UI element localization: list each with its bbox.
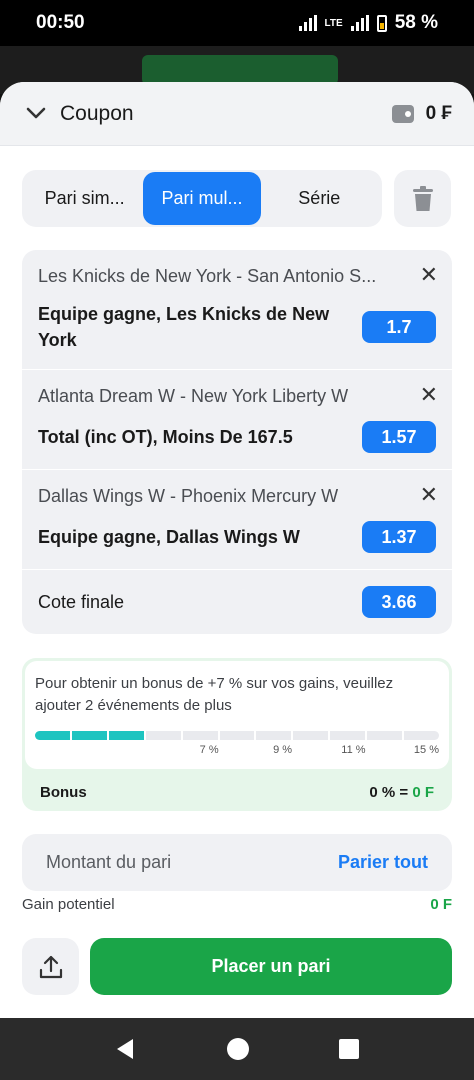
tab-multiple[interactable]: Pari mul... [143,172,261,225]
progress-mark: 7 % [199,744,219,756]
chevron-down-icon[interactable] [26,107,46,121]
battery-level: 58 % [394,12,438,33]
progress-segment [182,731,218,740]
progress-segment [367,731,403,740]
tab-series[interactable]: Série [261,172,378,225]
home-icon[interactable] [226,1037,250,1061]
progress-segment [293,731,329,740]
bet-list: Les Knicks de New York - San Antonio S..… [22,250,452,634]
progress-segment [256,731,292,740]
signal-icon [298,15,317,31]
coupon-title: Coupon [60,101,134,125]
balance: 0 ₣ [391,102,452,125]
coupon-sheet: Coupon 0 ₣ Pari sim... Pari mul... Série… [0,82,474,1018]
progress-segment [35,731,70,740]
balance-value: 0 ₣ [425,102,452,124]
progress-segment [330,731,366,740]
bet-selection: Equipe gagne, Dallas Wings W [38,527,300,547]
bonus-message: Pour obtenir un bonus de +7 % sur vos ga… [35,675,394,714]
bet-type-tabs: Pari sim... Pari mul... Série [22,170,382,227]
bet-item: Dallas Wings W - Phoenix Mercury W ✕ Equ… [22,470,452,570]
gain-value: 0 F [430,896,452,913]
progress-mark: 11 % [341,744,366,756]
stake-placeholder: Montant du pari [46,852,172,872]
progress-mark: 9 % [273,744,293,756]
battery-icon [376,14,387,32]
progress-segment [219,731,255,740]
bet-item: Atlanta Dream W - New York Liberty W ✕ T… [22,370,452,470]
network-type: LTE [324,17,343,29]
bonus-percent: 0 % = [369,784,409,801]
close-icon[interactable]: ✕ [420,384,438,406]
bet-item: Les Knicks de New York - San Antonio S..… [22,250,452,370]
bet-selection: Equipe gagne, Les Knicks de New York [38,304,330,350]
progress-segment [145,731,181,740]
final-odd-value: 3.66 [362,586,436,618]
bonus-summary: Bonus 0 % = 0 F [40,784,434,801]
clear-coupon-button[interactable] [394,170,451,227]
status-time: 00:50 [36,12,85,33]
background-button [142,55,338,85]
sheet-header: Coupon 0 ₣ [0,82,474,146]
bonus-amount: 0 F [412,784,434,801]
bet-match: Dallas Wings W - Phoenix Mercury W [38,486,339,506]
progress-segment [404,731,439,740]
trash-icon[interactable] [412,185,434,212]
recents-icon[interactable] [339,1039,360,1059]
progress-segment [108,731,144,740]
close-icon[interactable]: ✕ [420,484,438,506]
progress-mark: 15 % [413,744,439,756]
potential-gain: Gain potentiel 0 F [22,896,452,913]
bet-odd: 1.7 [362,311,436,343]
bet-match: Atlanta Dream W - New York Liberty W [38,386,349,406]
signal-icon-2 [350,15,369,31]
final-odd-label: Cote finale [38,591,125,612]
bet-selection: Total (inc OT), Moins De 167.5 [38,427,293,447]
status-bar: 00:50 LTE 58 % [0,0,474,46]
system-nav-bar [0,1018,474,1080]
bet-type-row: Pari sim... Pari mul... Série [22,170,451,227]
bonus-progress [35,731,439,740]
bet-odd: 1.37 [362,521,436,553]
collapse-toggle[interactable]: Coupon [26,102,134,126]
bonus-label: Bonus [40,784,87,801]
bonus-info: Pour obtenir un bonus de +7 % sur vos ga… [25,661,449,769]
share-button[interactable] [22,938,79,995]
stake-input[interactable]: Montant du pari Parier tout [22,834,452,891]
bet-odd: 1.57 [362,421,436,453]
progress-segment [71,731,107,740]
final-odd-row: Cote finale 3.66 [22,570,452,634]
wallet-icon [391,104,414,123]
bonus-marks: 7 % 9 % 11 % 15 % [35,744,439,760]
place-bet-button[interactable]: Placer un pari [90,938,452,995]
gain-label: Gain potentiel [22,896,115,913]
tab-single[interactable]: Pari sim... [26,172,143,225]
bet-match: Les Knicks de New York - San Antonio S..… [38,266,377,286]
bonus-panel: Pour obtenir un bonus de +7 % sur vos ga… [22,658,452,811]
share-icon[interactable] [38,954,64,980]
bonus-result: 0 % = 0 F [369,784,434,801]
back-icon[interactable] [115,1038,137,1060]
close-icon[interactable]: ✕ [420,264,438,286]
status-icons: LTE 58 % [298,12,438,34]
bet-all-button[interactable]: Parier tout [338,852,428,873]
